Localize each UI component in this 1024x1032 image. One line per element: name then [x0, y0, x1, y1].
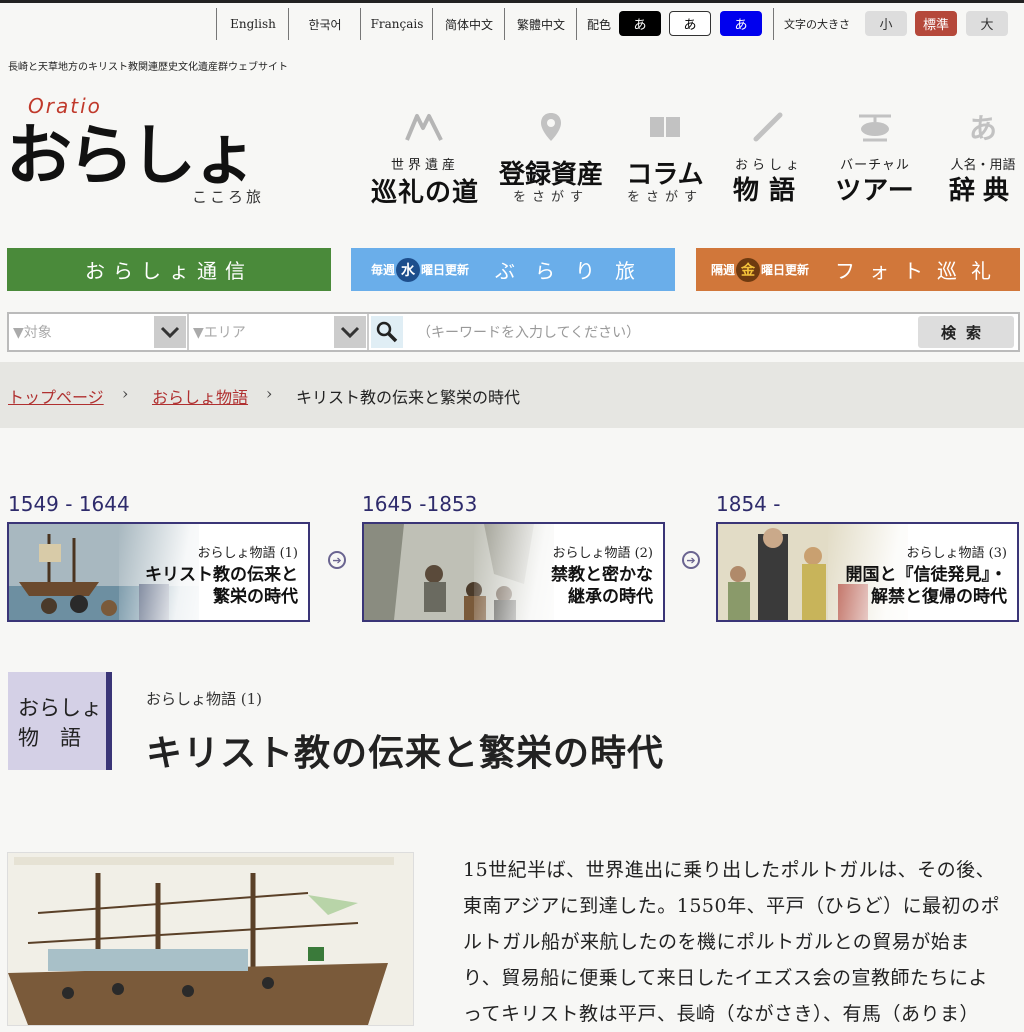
- story-card-3[interactable]: おらしょ物語 (3) 開国と『信徒発見』・ 解禁と復帰の時代: [716, 522, 1019, 622]
- breadcrumb: トップページ › おらしょ物語 › キリスト教の伝来と繁栄の時代: [0, 362, 1024, 428]
- section-tag: おらしょ 物 語: [8, 672, 112, 770]
- chevron-down-icon[interactable]: [334, 316, 366, 348]
- divider: [576, 8, 577, 40]
- chevron-down-icon[interactable]: [154, 316, 186, 348]
- divider: [773, 8, 774, 40]
- logo-main-text: おらしょ: [6, 116, 258, 194]
- breadcrumb-home[interactable]: トップページ: [8, 384, 104, 408]
- font-size-small[interactable]: 小: [865, 11, 907, 36]
- lang-traditional-chinese[interactable]: 繁體中文: [504, 8, 577, 40]
- helicopter-icon: [820, 110, 930, 144]
- nav-find-assets[interactable]: 登録資産 をさがす: [496, 110, 606, 210]
- search-button[interactable]: 検索: [918, 316, 1014, 348]
- search-icon: [371, 316, 403, 348]
- chevron-right-icon: ›: [266, 384, 273, 403]
- chevron-right-icon: ›: [122, 384, 129, 403]
- page-title: キリスト教の伝来と繁栄の時代: [146, 732, 665, 774]
- quill-icon: [714, 110, 824, 144]
- nav-dictionary[interactable]: あ 人名・用語 辞典: [928, 110, 1024, 210]
- article-illustration: [7, 852, 414, 1026]
- font-size-label: 文字の大きさ: [784, 18, 850, 31]
- banner-photo-pilgrimage[interactable]: 隔週 金 曜日更新 フォト巡礼: [696, 248, 1020, 291]
- nav-orasho-stories[interactable]: おらしょ 物語: [714, 110, 824, 210]
- color-scheme-black[interactable]: あ: [619, 11, 661, 36]
- banner-burari-tabi[interactable]: 毎週 水 曜日更新 ぶらり旅: [351, 248, 675, 291]
- search-bar: ▼対象 ▼エリア （キーワードを入力してください） 検索: [7, 312, 1020, 352]
- section-subtitle: おらしょ物語 (1): [146, 690, 263, 708]
- breadcrumb-current: キリスト教の伝来と繁栄の時代: [296, 388, 521, 407]
- lang-french[interactable]: Français: [360, 8, 433, 40]
- era-label: 1854 -: [716, 492, 781, 516]
- banner-orasho-news[interactable]: おらしょ通信: [7, 248, 331, 291]
- nav-find-columns[interactable]: コラム をさがす: [610, 110, 720, 210]
- arrow-right-icon: ➔: [682, 551, 700, 569]
- font-size-large[interactable]: 大: [966, 11, 1008, 36]
- lang-simplified-chinese[interactable]: 简体中文: [432, 8, 505, 40]
- map-pin-icon: [496, 110, 606, 144]
- utility-bar: English 한국어 Français 简体中文 繁體中文 配色 あ あ あ …: [0, 0, 1024, 41]
- nav-virtual-tour[interactable]: バーチャル ツアー: [820, 110, 930, 210]
- era-label: 1645 -1853: [362, 492, 478, 516]
- logo-latin-text: Oratio: [28, 94, 102, 118]
- dictionary-a-icon: あ: [968, 112, 997, 145]
- book-icon: [610, 110, 720, 144]
- story-card-2[interactable]: おらしょ物語 (2) 禁教と密かな 継承の時代: [362, 522, 665, 622]
- nav-pilgrim-path[interactable]: 世界遺産 巡礼の道: [370, 110, 480, 210]
- color-scheme-white[interactable]: あ: [669, 11, 711, 36]
- article-body: 15世紀半ば、世界進出に乗り出したポルトガルは、その後、 東南アジアに到達した。…: [463, 859, 1001, 1025]
- story-card-1[interactable]: おらしょ物語 (1) キリスト教の伝来と 繁栄の時代: [7, 522, 310, 622]
- logo-sub-text: こころ旅: [192, 188, 265, 206]
- site-tagline: 長崎と天草地方のキリスト教関連歴史文化遺産群ウェブサイト: [8, 62, 288, 73]
- pilgrim-path-icon: [370, 110, 480, 144]
- color-scheme-blue[interactable]: あ: [720, 11, 762, 36]
- font-size-standard[interactable]: 標準: [915, 11, 957, 36]
- arrow-right-icon: ➔: [328, 551, 346, 569]
- lang-korean[interactable]: 한국어: [288, 8, 361, 40]
- keyword-input[interactable]: （キーワードを入力してください）: [417, 314, 640, 350]
- era-label: 1549 - 1644: [8, 492, 130, 516]
- breadcrumb-parent[interactable]: おらしょ物語: [152, 384, 248, 408]
- lang-english[interactable]: English: [216, 8, 289, 40]
- color-scheme-label: 配色: [587, 17, 612, 32]
